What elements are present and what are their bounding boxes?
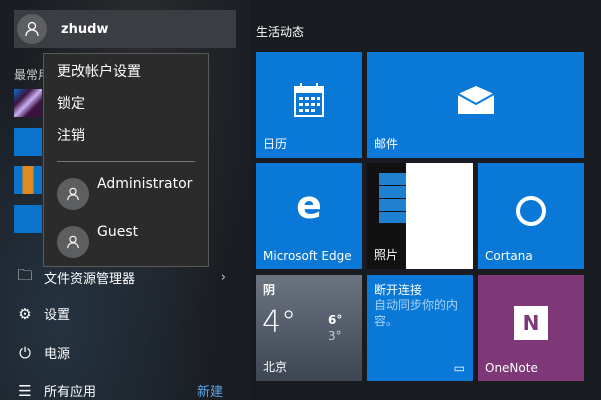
- tile-group-title: 生活动态: [256, 25, 305, 39]
- all-apps-label: 所有应用: [44, 385, 97, 400]
- recent-app-3[interactable]: [14, 166, 42, 194]
- folder-icon: 🗀: [17, 266, 33, 284]
- sync-tile[interactable]: 断开连接 自动同步你的内容。 ▭: [367, 275, 473, 381]
- onenote-tile[interactable]: N OneNote: [478, 275, 584, 381]
- recent-app-1[interactable]: [14, 89, 42, 117]
- calendar-icon: [294, 82, 324, 117]
- chevron-right-icon[interactable]: ›: [221, 270, 226, 285]
- weather-condition: 阴: [263, 283, 276, 297]
- switch-account-guest[interactable]: Guest: [57, 224, 139, 258]
- mail-tile[interactable]: 邮件: [367, 52, 584, 158]
- tile-label: OneNote: [485, 361, 538, 375]
- mail-icon: [457, 85, 494, 114]
- tile-label: Cortana: [485, 249, 533, 263]
- weather-temperature: 4°: [262, 305, 297, 340]
- sync-message: 自动同步你的内容。: [374, 298, 459, 328]
- weather-high: 6°: [328, 313, 343, 327]
- gear-icon: ⚙: [18, 304, 32, 323]
- recent-app-4[interactable]: [14, 205, 42, 233]
- calendar-tile[interactable]: 日历: [256, 52, 362, 158]
- weather-city: 北京: [263, 360, 288, 374]
- user-avatar-icon: [57, 226, 89, 258]
- all-apps-item[interactable]: ☰ 所有应用: [16, 381, 226, 400]
- photos-tile[interactable]: 照片: [367, 163, 473, 269]
- cortana-tile[interactable]: Cortana: [478, 163, 584, 269]
- onenote-icon: N: [514, 305, 548, 340]
- settings-item[interactable]: ⚙ 设置: [16, 304, 226, 324]
- lock-menu-item[interactable]: 锁定: [57, 93, 85, 113]
- sync-title: 断开连接: [374, 283, 423, 297]
- account-name: Administrator: [97, 176, 193, 192]
- sign-out-menu-item[interactable]: 注销: [57, 125, 85, 145]
- file-explorer-label: 文件资源管理器: [44, 272, 136, 287]
- tile-label: 邮件: [374, 137, 399, 151]
- user-name: zhudw: [61, 21, 109, 37]
- file-explorer-item[interactable]: 🗀 文件资源管理器 ›: [16, 265, 226, 290]
- list-icon: ☰: [18, 381, 32, 400]
- edge-icon: e: [296, 183, 322, 228]
- weather-tile[interactable]: 阴 4° 6° 3° 北京: [256, 275, 362, 381]
- power-label: 电源: [44, 347, 71, 362]
- user-avatar-icon: [57, 178, 89, 210]
- settings-label: 设置: [44, 308, 71, 323]
- change-account-settings[interactable]: 更改帐户设置: [57, 61, 141, 81]
- switch-account-administrator[interactable]: Administrator: [57, 176, 193, 210]
- tile-label: 照片: [374, 248, 399, 262]
- cortana-icon: [516, 195, 546, 226]
- new-apps-link[interactable]: 新建: [197, 381, 223, 400]
- devices-icon: ▭: [453, 361, 465, 375]
- user-account-button[interactable]: zhudw: [14, 10, 236, 48]
- menu-divider: [57, 161, 195, 162]
- tile-label: Microsoft Edge: [263, 249, 352, 263]
- photo-thumbnail: [379, 173, 406, 223]
- user-avatar-icon: [17, 14, 47, 44]
- weather-low: 3°: [328, 329, 342, 343]
- power-icon: ⏻: [19, 343, 31, 362]
- edge-tile[interactable]: e Microsoft Edge: [256, 163, 362, 269]
- account-context-menu: 更改帐户设置 锁定 注销 Administrator Guest: [43, 53, 209, 267]
- recent-app-2[interactable]: [14, 128, 42, 156]
- photo-thumbnail: [406, 163, 473, 269]
- account-name: Guest: [97, 224, 139, 240]
- power-item[interactable]: ⏻ 电源: [16, 343, 226, 363]
- tile-label: 日历: [263, 137, 288, 151]
